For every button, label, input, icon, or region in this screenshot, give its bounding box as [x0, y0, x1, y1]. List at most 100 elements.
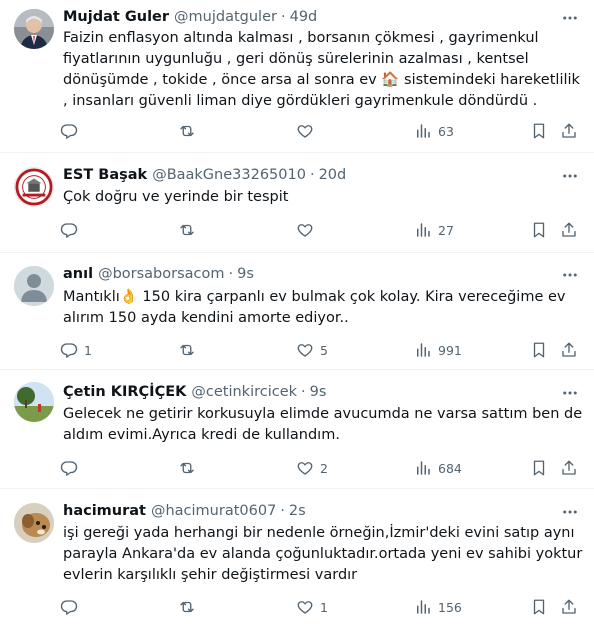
- like-button[interactable]: 5: [296, 339, 328, 361]
- like-button[interactable]: [296, 120, 320, 142]
- tweet-header: Çetin KIRÇİÇEK @cetinkircicek · 9s: [63, 382, 326, 402]
- action-bar: 27: [60, 219, 586, 241]
- bookmark-button[interactable]: [530, 339, 548, 361]
- tweet[interactable]: EST Başak @BaakGne33265010 · 20d Çok doğ…: [0, 153, 594, 253]
- avatar[interactable]: [14, 9, 54, 49]
- tweet[interactable]: Çetin KIRÇİÇEK @cetinkircicek · 9s Gelec…: [0, 370, 594, 489]
- avatar[interactable]: [14, 503, 54, 543]
- retweet-button[interactable]: [178, 339, 202, 361]
- timestamp[interactable]: 9s: [310, 384, 327, 400]
- like-count: 1: [320, 599, 328, 615]
- tweet-header: hacimurat @hacimurat0607 · 2s: [63, 501, 306, 521]
- bookmark-button[interactable]: [530, 120, 548, 142]
- views-icon: [417, 124, 430, 138]
- more-icon[interactable]: [560, 383, 580, 403]
- like-count: 2: [320, 460, 328, 476]
- timestamp[interactable]: 2s: [289, 503, 306, 519]
- like-button[interactable]: [296, 219, 320, 241]
- retweet-button[interactable]: [178, 596, 202, 618]
- views-button[interactable]: 684: [414, 457, 462, 479]
- tweet[interactable]: hacimurat @hacimurat0607 · 2s işi gereği…: [0, 489, 594, 640]
- avatar[interactable]: [14, 266, 54, 306]
- retweet-icon: [180, 125, 194, 137]
- like-button[interactable]: 2: [296, 457, 328, 479]
- separator-dot: ·: [301, 384, 306, 400]
- separator-dot: ·: [309, 167, 315, 183]
- display-name[interactable]: anıl: [63, 266, 93, 282]
- reply-icon: [60, 600, 78, 615]
- heart-icon: [297, 224, 313, 237]
- views-button[interactable]: 63: [414, 120, 454, 142]
- bookmark-button[interactable]: [530, 219, 548, 241]
- retweet-icon: [180, 462, 194, 474]
- reply-icon: [60, 343, 78, 358]
- retweet-button[interactable]: [178, 219, 202, 241]
- views-button[interactable]: 156: [414, 596, 462, 618]
- share-button[interactable]: [560, 120, 578, 142]
- user-handle[interactable]: @mujdatguler: [174, 9, 277, 25]
- views-count: 63: [438, 123, 454, 139]
- bookmark-button[interactable]: [530, 596, 548, 618]
- user-handle[interactable]: @BaakGne33265010: [152, 167, 306, 183]
- views-count: 991: [438, 342, 462, 358]
- reply-button[interactable]: [60, 219, 84, 241]
- share-button[interactable]: [560, 339, 578, 361]
- avatar[interactable]: [14, 167, 54, 207]
- tweet-header: anıl @borsaborsacom · 9s: [63, 264, 254, 284]
- display-name[interactable]: Çetin KIRÇİÇEK: [63, 384, 186, 400]
- share-button[interactable]: [560, 219, 578, 241]
- views-icon: [417, 223, 430, 237]
- share-icon: [562, 599, 576, 614]
- retweet-button[interactable]: [178, 457, 202, 479]
- reply-count: 1: [84, 342, 92, 358]
- separator-dot: ·: [280, 503, 285, 519]
- heart-icon: [297, 601, 313, 614]
- tweet-header: Mujdat Guler @mujdatguler · 49d: [63, 7, 317, 27]
- more-icon[interactable]: [560, 166, 580, 186]
- tweet-text: Faizin enflasyon altında kalması , borsa…: [63, 30, 580, 109]
- heart-icon: [297, 344, 313, 357]
- share-button[interactable]: [560, 596, 578, 618]
- tweet-text: işi gereği yada herhangi bir nedenle örn…: [63, 525, 583, 583]
- more-icon[interactable]: [560, 8, 580, 28]
- more-icon[interactable]: [560, 265, 580, 285]
- views-button[interactable]: 27: [414, 219, 454, 241]
- reply-icon: [60, 223, 78, 238]
- retweet-icon: [180, 224, 194, 236]
- display-name[interactable]: EST Başak: [63, 167, 147, 183]
- reply-button[interactable]: [60, 596, 84, 618]
- share-button[interactable]: [560, 457, 578, 479]
- more-icon[interactable]: [560, 502, 580, 522]
- share-icon: [562, 460, 576, 475]
- reply-icon: [60, 124, 78, 139]
- user-handle[interactable]: @hacimurat0607: [151, 503, 276, 519]
- views-count: 27: [438, 222, 454, 238]
- reply-button[interactable]: [60, 457, 84, 479]
- timestamp[interactable]: 20d: [319, 167, 347, 183]
- retweet-button[interactable]: [178, 120, 202, 142]
- timestamp[interactable]: 9s: [237, 266, 254, 282]
- reply-button[interactable]: 1: [60, 339, 92, 361]
- views-button[interactable]: 991: [414, 339, 462, 361]
- bookmark-icon: [533, 599, 545, 615]
- display-name[interactable]: hacimurat: [63, 503, 146, 519]
- like-count: 5: [320, 342, 328, 358]
- avatar[interactable]: [14, 382, 54, 422]
- like-button[interactable]: 1: [296, 596, 328, 618]
- display-name[interactable]: Mujdat Guler: [63, 9, 169, 25]
- bookmark-icon: [533, 222, 545, 238]
- reply-button[interactable]: [60, 120, 84, 142]
- tweet-text: Mantıklı👌 150 kira çarpanlı ev bulmak ço…: [63, 289, 566, 326]
- bookmark-button[interactable]: [530, 457, 548, 479]
- user-handle[interactable]: @cetinkircicek: [191, 384, 297, 400]
- views-count: 156: [438, 599, 462, 615]
- share-icon: [562, 222, 576, 237]
- tweet-header: EST Başak @BaakGne33265010 · 20d: [63, 165, 346, 185]
- action-bar: 63: [60, 120, 586, 142]
- views-icon: [417, 461, 430, 475]
- user-handle[interactable]: @borsaborsacom: [98, 266, 224, 282]
- share-icon: [562, 342, 576, 357]
- tweet[interactable]: anıl @borsaborsacom · 9s Mantıklı👌 150 k…: [0, 253, 594, 370]
- tweet[interactable]: Mujdat Guler @mujdatguler · 49d Faizin e…: [0, 0, 594, 153]
- timestamp[interactable]: 49d: [290, 9, 318, 25]
